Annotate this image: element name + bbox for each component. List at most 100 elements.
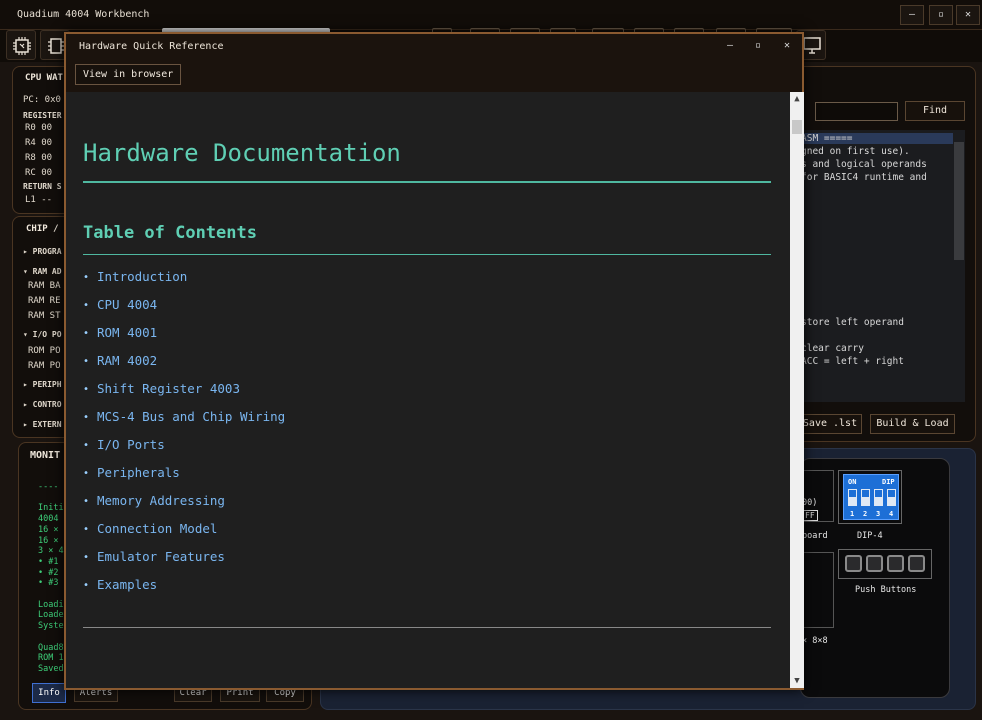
registers-header: REGISTER	[23, 111, 62, 120]
dip-num-4: 4	[889, 510, 894, 518]
monitor-log-line: 16 ×	[38, 524, 59, 535]
app-close-button[interactable]: ✕	[956, 5, 980, 25]
dip-switch[interactable]: ON DIP 1 2 3 4	[843, 474, 899, 520]
toc-item: • Connection Model	[83, 521, 583, 549]
toc-item: • Peripherals	[83, 465, 583, 493]
dip-tag-label: DIP	[882, 478, 895, 486]
dip-switch-4[interactable]	[887, 489, 896, 506]
section-program[interactable]: ▸ PROGRA	[23, 247, 62, 256]
toc-link[interactable]: Emulator Features	[97, 549, 225, 564]
tab-info[interactable]: Info	[32, 683, 66, 703]
register-rc: RC 00	[25, 168, 53, 178]
view-in-browser-button[interactable]: View in browser	[75, 64, 182, 85]
bullet-icon: •	[83, 440, 90, 451]
dip-switch-1[interactable]	[848, 489, 857, 506]
monitor-log-line: 3 × 4	[38, 546, 64, 557]
ram-item-1[interactable]: RAM BA	[28, 281, 61, 291]
register-r0: R0 00	[25, 123, 53, 133]
section-control[interactable]: ▸ CONTRO	[23, 400, 62, 409]
computer-icon	[803, 37, 821, 54]
app-minimize-button[interactable]: –	[900, 5, 924, 25]
dialog-title: Hardware Quick Reference	[79, 41, 224, 52]
toc-item: • I/O Ports	[83, 437, 583, 465]
io-item-1[interactable]: ROM PO	[28, 346, 61, 356]
find-input[interactable]	[815, 102, 898, 121]
toc-item: • Emulator Features	[83, 549, 583, 577]
monitor-log-line: Syste	[38, 621, 64, 632]
chip-panel-title: CHIP /	[26, 224, 59, 234]
section-ram-addr[interactable]: ▾ RAM AD	[23, 267, 62, 276]
toc-link[interactable]: RAM 4002	[97, 353, 157, 368]
bullet-icon: •	[83, 328, 90, 339]
toc-item: • Introduction	[83, 269, 583, 297]
toc-link[interactable]: ROM 4001	[97, 325, 157, 340]
bullet-icon: •	[83, 468, 90, 479]
push-button-2[interactable]	[866, 555, 883, 572]
ram-item-3[interactable]: RAM ST	[28, 311, 61, 321]
toc-link[interactable]: Memory Addressing	[97, 493, 225, 508]
monitor-log-line: Loadi	[38, 599, 64, 610]
app-maximize-button[interactable]: ▫	[929, 5, 953, 25]
chip-icon	[13, 37, 31, 55]
monitor-log-line: Loade	[38, 610, 64, 621]
section-external[interactable]: ▸ EXTERN	[23, 420, 62, 429]
save-lst-button[interactable]: Save .lst	[798, 414, 862, 434]
toc-item: • Shift Register 4003	[83, 381, 583, 409]
dip-switch-3[interactable]	[874, 489, 883, 506]
dip-label: DIP-4	[857, 531, 883, 541]
editor-scrollbar[interactable]	[954, 142, 964, 260]
build-load-button[interactable]: Build & Load	[870, 414, 955, 434]
doc-heading: Hardware Documentation	[83, 139, 401, 167]
section-io-ports[interactable]: ▾ I/O PO	[23, 330, 62, 339]
toc-link[interactable]: MCS-4 Bus and Chip Wiring	[97, 409, 285, 424]
section-ram-addr-label: RAM AD	[32, 267, 62, 276]
bullet-icon: •	[83, 300, 90, 311]
scroll-down-icon[interactable]: ▼	[790, 675, 804, 687]
editor-line: gned on first use).	[801, 146, 910, 157]
toc-link[interactable]: Shift Register 4003	[97, 381, 240, 396]
toc-link[interactable]: I/O Ports	[97, 437, 165, 452]
dip-on-label: ON	[848, 478, 857, 486]
editor-line: store left operand	[801, 317, 904, 328]
bullet-icon: •	[83, 580, 90, 591]
toc-link[interactable]: Connection Model	[97, 521, 217, 536]
dip-switch-2[interactable]	[861, 489, 870, 506]
monitor-log-line: Saved	[38, 663, 64, 674]
ram-item-2[interactable]: RAM RE	[28, 296, 61, 306]
io-item-2[interactable]: RAM PO	[28, 361, 61, 371]
scroll-thumb[interactable]	[792, 120, 802, 134]
register-r4: R4 00	[25, 138, 53, 148]
dialog-close-button[interactable]: ✕	[778, 39, 796, 53]
toc-link[interactable]: CPU 4004	[97, 297, 157, 312]
hardware-reference-dialog: Hardware Quick Reference – ▫ ✕ View in b…	[64, 32, 804, 690]
doc-scrollbar[interactable]: ▲ ▼	[790, 92, 804, 688]
toc-link[interactable]: Introduction	[97, 269, 187, 284]
dialog-maximize-button[interactable]: ▫	[749, 39, 767, 53]
monitor-log-line: • #2	[38, 567, 59, 578]
chip-tool-button[interactable]	[6, 30, 36, 60]
monitor-log-line: • #1	[38, 556, 59, 567]
bullet-icon: •	[83, 356, 90, 367]
dialog-minimize-button[interactable]: –	[721, 39, 739, 53]
app-titlebar: Quadium 4004 Workbench – ▫ ✕	[0, 0, 982, 30]
push-button-3[interactable]	[887, 555, 904, 572]
doc-viewer: Hardware Documentation Table of Contents…	[66, 92, 790, 688]
toc-item: • RAM 4002	[83, 353, 583, 381]
dip-num-2: 2	[863, 510, 868, 518]
toc-link[interactable]: Examples	[97, 577, 157, 592]
toc-link[interactable]: Peripherals	[97, 465, 180, 480]
led-matrix-label: × 8×8	[802, 636, 828, 646]
monitor-log-line: 4004	[38, 514, 59, 525]
find-button[interactable]: Find	[905, 101, 965, 121]
toc-item: • ROM 4001	[83, 325, 583, 353]
partial-state[interactable]: FF	[802, 510, 818, 521]
editor-line: ASM =====	[801, 133, 953, 144]
push-button-1[interactable]	[845, 555, 862, 572]
section-peripherals[interactable]: ▸ PERIPH	[23, 380, 62, 389]
led-matrix-widget[interactable]	[800, 552, 834, 628]
dip-num-3: 3	[876, 510, 881, 518]
scroll-up-icon[interactable]: ▲	[790, 93, 804, 105]
push-button-4[interactable]	[908, 555, 925, 572]
bullet-icon: •	[83, 552, 90, 563]
register-r8: R8 00	[25, 153, 53, 163]
